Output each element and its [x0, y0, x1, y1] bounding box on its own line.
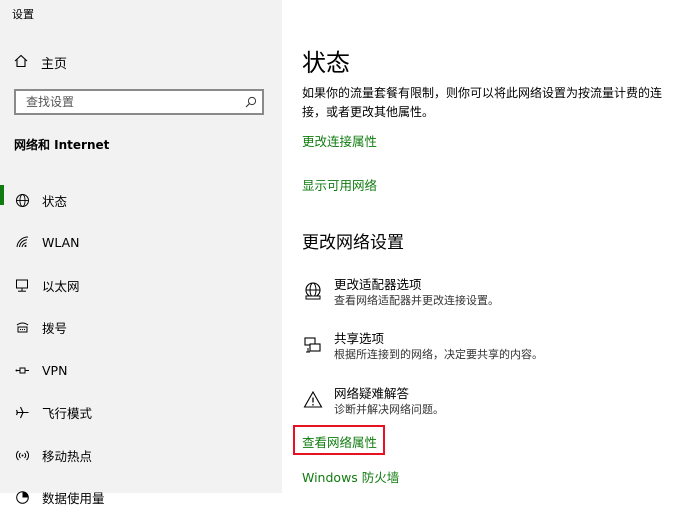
option-title: 共享选项 [334, 331, 543, 347]
search-box[interactable] [14, 89, 264, 115]
sharing-options[interactable]: 共享选项 根据所连接到的网络，决定要共享的内容。 [302, 331, 543, 363]
option-title: 网络疑难解答 [334, 386, 444, 402]
sidebar-item-label: WLAN [42, 235, 80, 250]
change-network-settings-heading: 更改网络设置 [302, 228, 404, 253]
warning-icon [302, 389, 324, 411]
network-status-icon [14, 192, 30, 208]
data-usage-icon [14, 490, 30, 506]
sidebar-item-data-usage[interactable]: 数据使用量 [0, 477, 282, 519]
sidebar-item-vpn[interactable]: VPN [0, 349, 282, 392]
sidebar-item-label: 拨号 [42, 318, 67, 337]
sidebar-item-label: 数据使用量 [42, 488, 105, 507]
wifi-icon [14, 235, 30, 251]
sidebar-nav: 状态 WLAN 以太网 拨号 [0, 179, 282, 519]
sidebar-item-label: VPN [42, 363, 67, 378]
sidebar-item-airplane-mode[interactable]: 飞行模式 [0, 392, 282, 435]
sharing-icon [302, 334, 324, 356]
sidebar-item-status[interactable]: 状态 [0, 179, 282, 222]
windows-firewall-link[interactable]: Windows 防火墙 [302, 467, 399, 486]
window-title: 设置 [12, 6, 34, 22]
airplane-icon [14, 405, 30, 421]
sidebar-item-label: 飞行模式 [42, 403, 92, 422]
page-title: 状态 [302, 43, 350, 78]
network-troubleshooter[interactable]: 网络疑难解答 诊断并解决网络问题。 [302, 386, 444, 418]
ethernet-icon [14, 277, 30, 293]
option-description: 查看网络适配器并更改连接设置。 [334, 293, 499, 309]
sidebar-item-label: 状态 [42, 191, 67, 210]
search-icon[interactable] [240, 96, 262, 108]
option-title: 更改适配器选项 [334, 277, 499, 293]
home-icon [14, 53, 28, 72]
option-description: 根据所连接到的网络，决定要共享的内容。 [334, 347, 543, 363]
sidebar-item-mobile-hotspot[interactable]: 移动热点 [0, 434, 282, 477]
dialup-icon [14, 320, 30, 336]
show-available-networks-link[interactable]: 显示可用网络 [302, 175, 377, 194]
change-connection-properties-link[interactable]: 更改连接属性 [302, 131, 377, 150]
view-network-properties-link[interactable]: 查看网络属性 [302, 432, 377, 451]
sidebar-item-dialup[interactable]: 拨号 [0, 307, 282, 350]
section-title: 网络和 Internet [14, 136, 109, 153]
sidebar-item-label: 移动热点 [42, 446, 92, 465]
sidebar-item-ethernet[interactable]: 以太网 [0, 264, 282, 307]
search-input[interactable] [16, 95, 240, 109]
hotspot-icon [14, 447, 30, 463]
home-nav-item[interactable]: 主页 [14, 51, 67, 73]
page-description: 如果你的流量套餐有限制，则你可以将此网络设置为按流量计费的连接，或者更改其他属性… [302, 84, 674, 122]
sidebar-item-label: 以太网 [42, 276, 80, 295]
main-content: 状态 如果你的流量套餐有限制，则你可以将此网络设置为按流量计费的连接，或者更改其… [282, 0, 700, 493]
home-label: 主页 [41, 53, 67, 72]
sidebar: 设置 主页 网络和 Internet 状态 [0, 0, 282, 493]
sidebar-item-wlan[interactable]: WLAN [0, 222, 282, 265]
adapter-globe-icon [302, 280, 324, 302]
option-description: 诊断并解决网络问题。 [334, 402, 444, 418]
settings-window: 设置 主页 网络和 Internet 状态 [0, 0, 700, 493]
change-adapter-options[interactable]: 更改适配器选项 查看网络适配器并更改连接设置。 [302, 277, 499, 309]
vpn-icon [14, 362, 30, 378]
